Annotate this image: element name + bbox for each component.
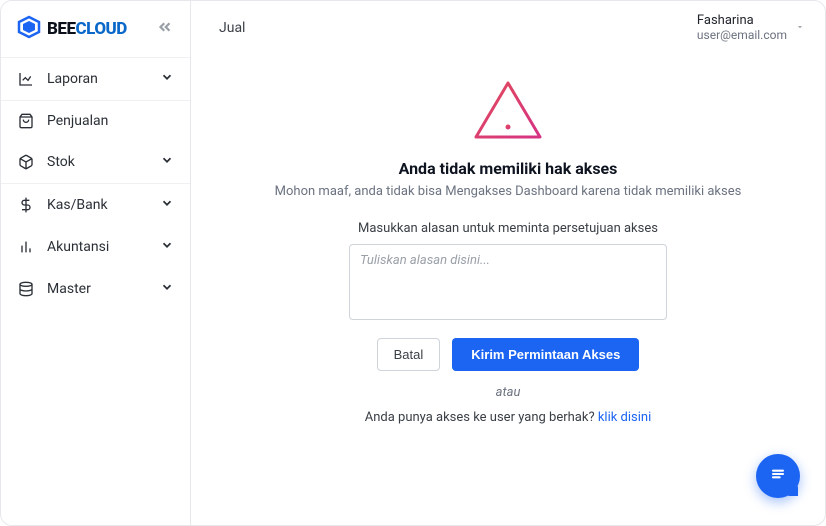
user-name: Fasharina: [697, 13, 787, 28]
or-divider: atau: [496, 385, 521, 400]
sidebar: BEECLOUD Laporan Penjualan Stok: [1, 1, 191, 525]
sidebar-item-master[interactable]: Master: [1, 268, 190, 310]
chevron-down-icon: [160, 153, 174, 171]
reason-input[interactable]: [349, 244, 667, 320]
chevron-down-icon: [795, 17, 805, 36]
access-denied-panel: Anda tidak memiliki hak akses Mohon maaf…: [191, 51, 825, 525]
chat-icon: [768, 464, 788, 488]
database-icon: [17, 281, 35, 297]
box-icon: [17, 154, 35, 170]
access-title: Anda tidak memiliki hak akses: [399, 159, 618, 178]
alt-access-text: Anda punya akses ke user yang berhak? kl…: [365, 410, 652, 425]
bar-chart-icon: [17, 239, 35, 255]
cancel-button[interactable]: Batal: [377, 338, 441, 371]
logo[interactable]: BEECLOUD: [17, 15, 127, 43]
alt-access-link[interactable]: klik disini: [598, 410, 651, 425]
chart-line-icon: [17, 71, 35, 87]
sidebar-item-label: Stok: [47, 154, 75, 170]
collapse-sidebar-button[interactable]: [156, 18, 174, 40]
sidebar-item-stok[interactable]: Stok: [1, 141, 190, 183]
logo-icon: [17, 15, 41, 43]
sidebar-item-akuntansi[interactable]: Akuntansi: [1, 226, 190, 268]
chevron-down-icon: [160, 70, 174, 88]
sidebar-item-label: Master: [47, 281, 91, 297]
submit-button[interactable]: Kirim Permintaan Akses: [452, 338, 639, 371]
warning-icon: [472, 79, 544, 147]
sidebar-item-kas-bank[interactable]: Kas/Bank: [1, 184, 190, 226]
sidebar-item-laporan[interactable]: Laporan: [1, 58, 190, 100]
page-title: Jual: [219, 20, 245, 36]
access-subtitle: Mohon maaf, anda tidak bisa Mengakses Da…: [275, 184, 742, 199]
user-menu[interactable]: Fasharina user@email.com: [697, 13, 805, 42]
user-email: user@email.com: [697, 28, 787, 42]
chevron-down-icon: [160, 280, 174, 298]
logo-text: BEECLOUD: [47, 19, 127, 39]
sidebar-header: BEECLOUD: [1, 1, 190, 57]
sidebar-item-label: Kas/Bank: [47, 197, 108, 213]
sidebar-item-label: Penjualan: [47, 113, 108, 129]
chat-fab[interactable]: [756, 454, 800, 498]
sidebar-item-label: Akuntansi: [47, 239, 109, 255]
topbar: Jual Fasharina user@email.com: [191, 1, 825, 51]
button-row: Batal Kirim Permintaan Akses: [377, 338, 640, 371]
chevron-down-icon: [160, 196, 174, 214]
chevron-down-icon: [160, 238, 174, 256]
sidebar-item-penjualan[interactable]: Penjualan: [1, 101, 190, 141]
dollar-icon: [17, 197, 35, 213]
sidebar-item-label: Laporan: [47, 71, 98, 87]
main: Jual Fasharina user@email.com Anda tidak…: [191, 1, 825, 525]
shopping-bag-icon: [17, 113, 35, 129]
reason-label: Masukkan alasan untuk meminta persetujua…: [358, 221, 658, 236]
